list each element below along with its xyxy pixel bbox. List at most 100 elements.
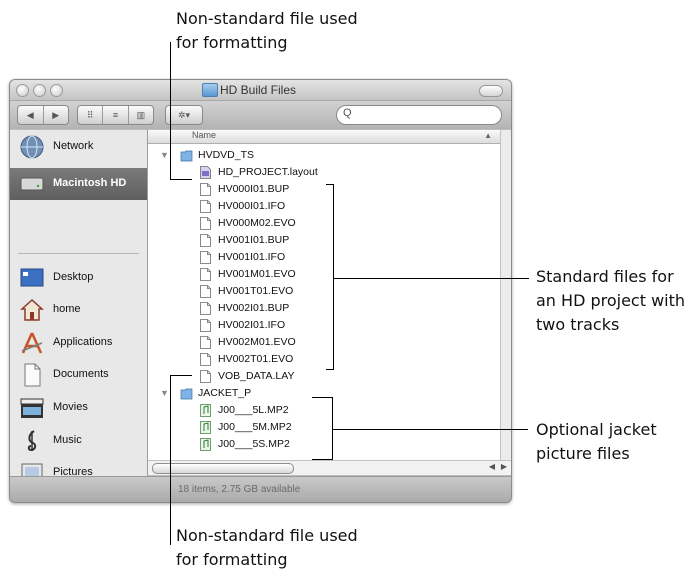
gear-icon: ✲▾ bbox=[177, 109, 191, 120]
document-icon bbox=[200, 251, 211, 264]
column-header-name[interactable]: Name ▲ bbox=[148, 130, 500, 144]
sidebar-item-music[interactable]: Music bbox=[10, 426, 147, 456]
sidebar-item-applications[interactable]: Applications bbox=[10, 328, 147, 358]
close-window-button[interactable] bbox=[16, 84, 29, 97]
callout-jacket-line2: picture files bbox=[536, 444, 630, 463]
file-name: J00___5L.MP2 bbox=[218, 404, 289, 416]
sidebar-item-desktop[interactable]: Desktop bbox=[10, 263, 147, 293]
sidebar-item-label: Movies bbox=[53, 401, 88, 413]
bracket-jacket-top bbox=[312, 397, 332, 398]
sidebar-divider bbox=[18, 253, 139, 254]
document-icon bbox=[200, 166, 211, 179]
desktop-icon bbox=[20, 268, 44, 287]
document-icon bbox=[200, 285, 211, 298]
disclosure-triangle-icon[interactable]: ▼ bbox=[160, 150, 169, 160]
document-icon bbox=[200, 302, 211, 315]
toolbar-toggle-button[interactable] bbox=[479, 85, 503, 97]
sidebar-item-label: Desktop bbox=[53, 271, 94, 283]
sidebar-item-home[interactable]: home bbox=[10, 295, 147, 325]
minimize-window-button[interactable] bbox=[33, 84, 46, 97]
callout-jacket-line1: Optional jacket bbox=[536, 420, 657, 439]
sidebar-item-macintosh-hd[interactable]: Macintosh HD bbox=[10, 168, 147, 200]
bracket-standard-vertical bbox=[333, 184, 334, 370]
file-name: J00___5S.MP2 bbox=[218, 438, 290, 450]
document-icon bbox=[200, 319, 211, 332]
file-name: HV002T01.EVO bbox=[218, 353, 294, 365]
callout-top-line2: for formatting bbox=[176, 33, 288, 52]
callout-line-top-tick bbox=[170, 179, 192, 180]
disclosure-triangle-icon[interactable]: ▼ bbox=[160, 388, 169, 398]
document-icon bbox=[200, 234, 211, 247]
callout-standard-line1: Standard files for bbox=[536, 267, 674, 286]
search-icon: Q bbox=[343, 107, 352, 119]
document-icon bbox=[200, 200, 211, 213]
sidebar-item-label: home bbox=[53, 303, 81, 315]
callout-standard: Standard files for an HD project with tw… bbox=[536, 265, 685, 337]
sidebar: Network Macintosh HD Desktop home Applic… bbox=[10, 130, 148, 483]
status-text: 18 items, 2.75 GB available bbox=[178, 484, 301, 495]
file-name: HD_PROJECT.layout bbox=[218, 166, 318, 178]
bracket-jacket-bottom bbox=[312, 459, 332, 460]
search-field[interactable]: Q bbox=[336, 105, 502, 125]
music-file-icon bbox=[200, 421, 211, 434]
bracket-standard-bottom bbox=[326, 369, 333, 370]
home-icon bbox=[20, 298, 44, 321]
back-forward-control: ◀ ▶ bbox=[17, 105, 69, 125]
column-header-label: Name bbox=[192, 130, 217, 140]
callout-bottom-line1: Non-standard file used bbox=[176, 526, 358, 545]
sidebar-item-label: Network bbox=[53, 140, 94, 152]
finder-window: HD Build Files ◀ ▶ ⠿ ≡ ▥ ✲▾ Q Network Ma… bbox=[9, 79, 512, 503]
sidebar-item-label: Macintosh HD bbox=[53, 177, 127, 189]
sidebar-item-label: Documents bbox=[53, 368, 109, 380]
scroll-right-arrow-icon[interactable]: ▶ bbox=[501, 462, 507, 471]
file-name: HV001M01.EVO bbox=[218, 268, 296, 280]
list-view-button[interactable]: ≡ bbox=[103, 106, 129, 124]
sidebar-item-documents[interactable]: Documents bbox=[10, 360, 147, 390]
music-icon bbox=[27, 430, 37, 452]
documents-icon bbox=[24, 363, 41, 387]
file-list: Name ▲ ▼ HVDVD_TS HD_PROJECT.layout HV00… bbox=[148, 130, 500, 460]
movies-icon bbox=[20, 398, 44, 418]
sort-arrow-icon: ▲ bbox=[484, 131, 492, 140]
icon-view-button[interactable]: ⠿ bbox=[78, 106, 104, 124]
file-name: HV000I01.BUP bbox=[218, 183, 290, 195]
folder-icon bbox=[180, 388, 193, 400]
document-icon bbox=[200, 183, 211, 196]
sidebar-item-label: Music bbox=[53, 434, 82, 446]
scroll-left-arrow-icon[interactable]: ◀ bbox=[489, 462, 495, 471]
callout-bottom-line2: for formatting bbox=[176, 550, 288, 569]
document-icon bbox=[200, 336, 211, 349]
file-name: HV002M01.EVO bbox=[218, 336, 296, 348]
forward-button[interactable]: ▶ bbox=[44, 106, 69, 124]
back-button[interactable]: ◀ bbox=[18, 106, 44, 124]
folder-icon bbox=[180, 150, 193, 162]
document-icon bbox=[200, 353, 211, 366]
zoom-window-button[interactable] bbox=[50, 84, 63, 97]
file-name: HV000I01.IFO bbox=[218, 200, 286, 212]
scroll-thumb[interactable] bbox=[152, 463, 294, 474]
callout-top: Non-standard file used for formatting bbox=[176, 7, 358, 55]
hard-drive-icon bbox=[20, 177, 44, 191]
callout-top-line1: Non-standard file used bbox=[176, 9, 358, 28]
file-name: J00___5M.MP2 bbox=[218, 421, 292, 433]
column-view-button[interactable]: ▥ bbox=[129, 106, 153, 124]
callout-jacket: Optional jacket picture files bbox=[536, 418, 657, 466]
callout-line-jacket bbox=[332, 429, 528, 430]
file-name: HV002I01.IFO bbox=[218, 319, 286, 331]
sidebar-item-label: Applications bbox=[53, 336, 113, 348]
music-file-icon bbox=[200, 404, 211, 417]
callout-line-bottom bbox=[170, 375, 171, 545]
horizontal-scrollbar[interactable]: ◀ ▶ bbox=[148, 460, 511, 475]
sidebar-item-movies[interactable]: Movies bbox=[10, 393, 147, 423]
file-name: HV001I01.IFO bbox=[218, 251, 286, 263]
callout-line-bottom-tick bbox=[170, 375, 192, 376]
status-bar: 18 items, 2.75 GB available bbox=[10, 476, 511, 502]
title-bar[interactable]: HD Build Files bbox=[10, 80, 511, 101]
sidebar-item-network[interactable]: Network bbox=[10, 132, 147, 162]
document-icon bbox=[200, 370, 211, 383]
vertical-scrollbar[interactable] bbox=[500, 130, 511, 460]
toolbar: ◀ ▶ ⠿ ≡ ▥ ✲▾ Q bbox=[10, 101, 511, 129]
network-icon bbox=[20, 135, 44, 159]
callout-line-standard bbox=[333, 278, 529, 279]
callout-bottom: Non-standard file used for formatting bbox=[176, 524, 358, 572]
